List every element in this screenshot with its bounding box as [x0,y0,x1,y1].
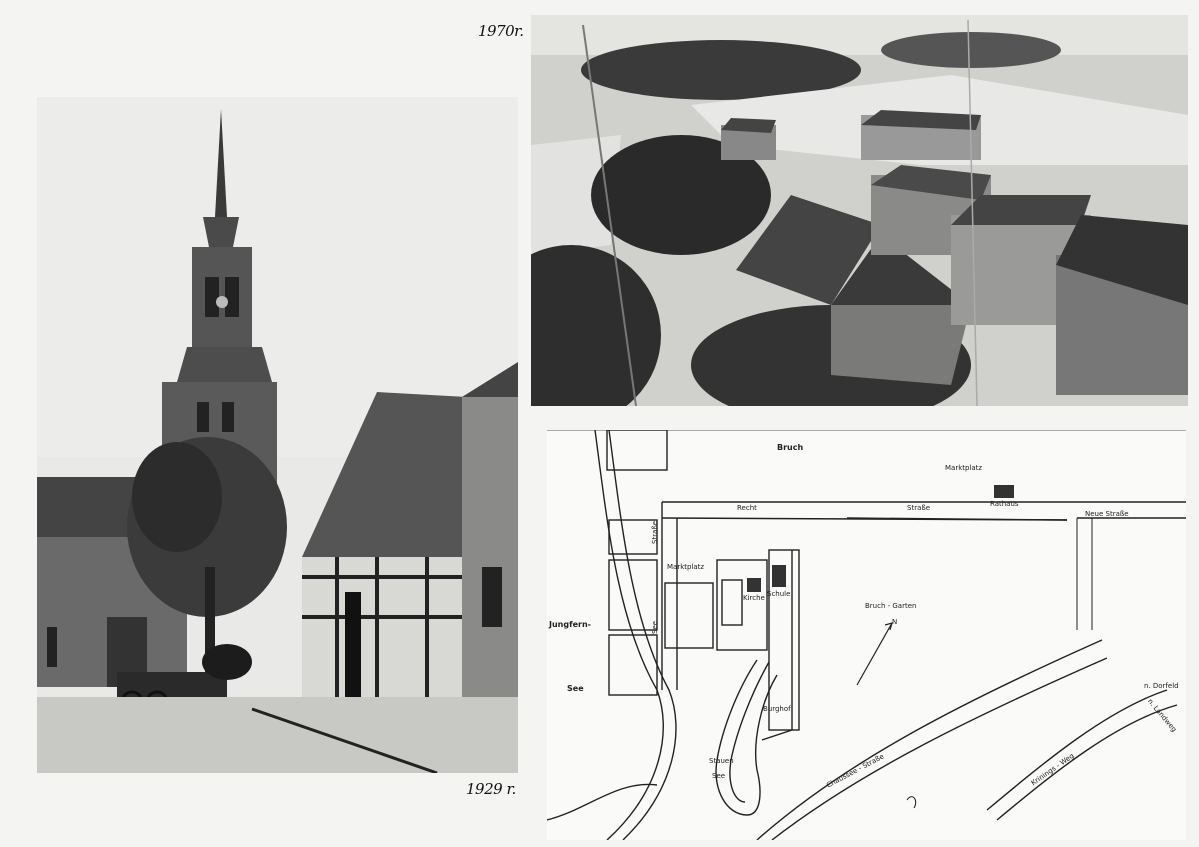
year-caption-bottom: 1929 r. [466,780,516,798]
map-label-see-left: See [567,684,584,693]
map-label-rathaus: Rathaus [990,500,1019,508]
map-label-bruch-garten: Bruch - Garten [865,602,917,610]
map-label-marktplatz: Marktplatz [667,563,705,571]
map-label-stauen: Stauen [709,757,734,765]
map-label-neue-strasse: Neue Straße [1085,510,1129,518]
map-label-n-dorf: n. Dorfeld [1144,682,1179,690]
map-label-bruch: Bruch [777,443,804,452]
town-street-map: Bruch Marktplatz Rathaus Recht Straße Ne… [547,430,1186,840]
map-label-jungfern: Jungfern- [549,620,591,629]
map-label-strasse-top: Straße [907,504,931,512]
map-label-recht: Recht [737,504,757,512]
map-label-strasse-left: Straße [651,520,659,544]
church-street-photo [37,97,518,773]
map-label-marktplatz-top: Marktplatz [945,464,983,472]
map-label-burghof: Burghof [763,705,791,713]
document-sheet: 1970r. 1929 r. Bruch Marktplatz Rathaus … [0,0,1199,847]
map-label-see-vertical: See [651,620,659,634]
aerial-town-photo [531,15,1188,406]
year-caption-top: 1970r. [478,22,524,40]
map-label-schule: Schule [767,590,791,598]
map-label-kirche: Kirche [743,594,765,602]
map-label-north: N [892,618,898,626]
map-label-see-bottom: See [712,772,726,780]
